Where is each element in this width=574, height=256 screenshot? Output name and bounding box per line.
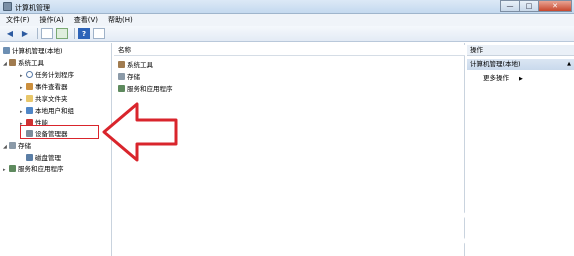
maximize-button[interactable]: □ [519,0,539,12]
tree-label: 计算机管理(本地) [12,47,63,55]
device-manager-highlight [20,125,99,139]
tree-item-shared-folders[interactable]: ▸ 共享文件夹 [20,94,68,104]
action-section-computer-management[interactable]: 计算机管理(本地) ▲ [467,59,574,70]
minimize-button[interactable]: — [500,0,520,12]
tree-label: 系统工具 [18,59,44,67]
help-icon[interactable]: ? [78,28,90,39]
toolbar-separator [37,28,38,39]
export-list-icon[interactable] [56,28,68,39]
storage-icon [9,142,16,149]
list-item[interactable]: 存储 [118,72,140,82]
column-header-name[interactable]: 名称 [114,45,465,56]
menu-bar: 文件(F) 操作(A) 查看(V) 帮助(H) [0,14,574,26]
toolbar-separator [74,28,75,39]
watermark-url: WWW.XITONGZU.COM [475,240,574,249]
actions-title: 操作 [467,45,574,56]
watermark: 系统族 WWW.XITONGZU.COM [420,200,574,256]
forward-icon[interactable]: ▶ [19,28,31,39]
folder-icon [26,95,33,102]
properties-icon[interactable] [93,28,105,39]
red-pointer-arrow-icon [102,102,178,162]
tree-item-root[interactable]: 计算机管理(本地) [3,46,63,56]
action-section-label: 计算机管理(本地) [470,60,521,68]
tree-item-disk-management[interactable]: 磁盘管理 [26,153,61,163]
tree-label: 服务和应用程序 [18,165,64,173]
tree-label: 存储 [18,142,31,150]
toolbar: ◀ ▶ ? [0,26,574,42]
tree-label: 本地用户和组 [35,107,74,115]
close-button[interactable]: ✕ [538,0,572,12]
tools-icon [9,59,16,66]
list-item[interactable]: 服务和应用程序 [118,84,173,94]
menu-file[interactable]: 文件(F) [6,14,30,26]
back-icon[interactable]: ◀ [4,28,16,39]
tree-label: 任务计划程序 [35,71,74,79]
event-viewer-icon [26,83,33,90]
tree-item-task-scheduler[interactable]: ▸ 任务计划程序 [20,70,74,80]
windows-logo-icon [425,205,471,251]
tree-item-local-users[interactable]: ▸ 本地用户和组 [20,106,74,116]
tree-label: 共享文件夹 [35,95,68,103]
more-actions-item[interactable]: 更多操作 ▶ [483,73,523,84]
computer-management-icon [3,2,12,11]
computer-icon [3,47,10,54]
users-icon [26,107,33,114]
list-item-label: 存储 [127,73,140,81]
window-controls: — □ ✕ [500,0,572,12]
tree-item-event-viewer[interactable]: ▸ 事件查看器 [20,82,68,92]
services-icon [118,85,125,92]
storage-icon [118,73,125,80]
clock-icon [26,71,33,78]
tree-item-system-tools[interactable]: ◢ 系统工具 [3,58,44,68]
tree-item-storage[interactable]: ◢ 存储 [3,141,31,151]
tree-label: 事件查看器 [35,83,68,91]
menu-view[interactable]: 查看(V) [74,14,98,26]
list-item-label: 服务和应用程序 [127,85,173,93]
list-item[interactable]: 系统工具 [118,60,153,70]
tools-icon [118,61,125,68]
menu-action[interactable]: 操作(A) [40,14,64,26]
title-bar: 计算机管理 — □ ✕ [0,0,574,14]
expand-arrow-icon[interactable]: ▸ [20,71,26,81]
watermark-text: 系统族 [473,214,548,242]
caret-right-icon: ▶ [519,76,523,82]
tree-item-services-apps[interactable]: ▸ 服务和应用程序 [3,164,64,174]
show-hide-tree-icon[interactable] [41,28,53,39]
list-item-label: 系统工具 [127,61,153,69]
tree-label: 磁盘管理 [35,154,61,162]
disk-icon [26,154,33,161]
more-actions-label: 更多操作 [483,74,509,82]
services-icon [9,165,16,172]
window-title: 计算机管理 [15,4,50,12]
caret-up-icon[interactable]: ▲ [567,59,571,70]
menu-help[interactable]: 帮助(H) [108,14,133,26]
console-tree: 计算机管理(本地) ◢ 系统工具 ▸ 任务计划程序 ▸ 事件查看器 ▸ 共享文件夹 ▸ 本… [0,43,112,256]
